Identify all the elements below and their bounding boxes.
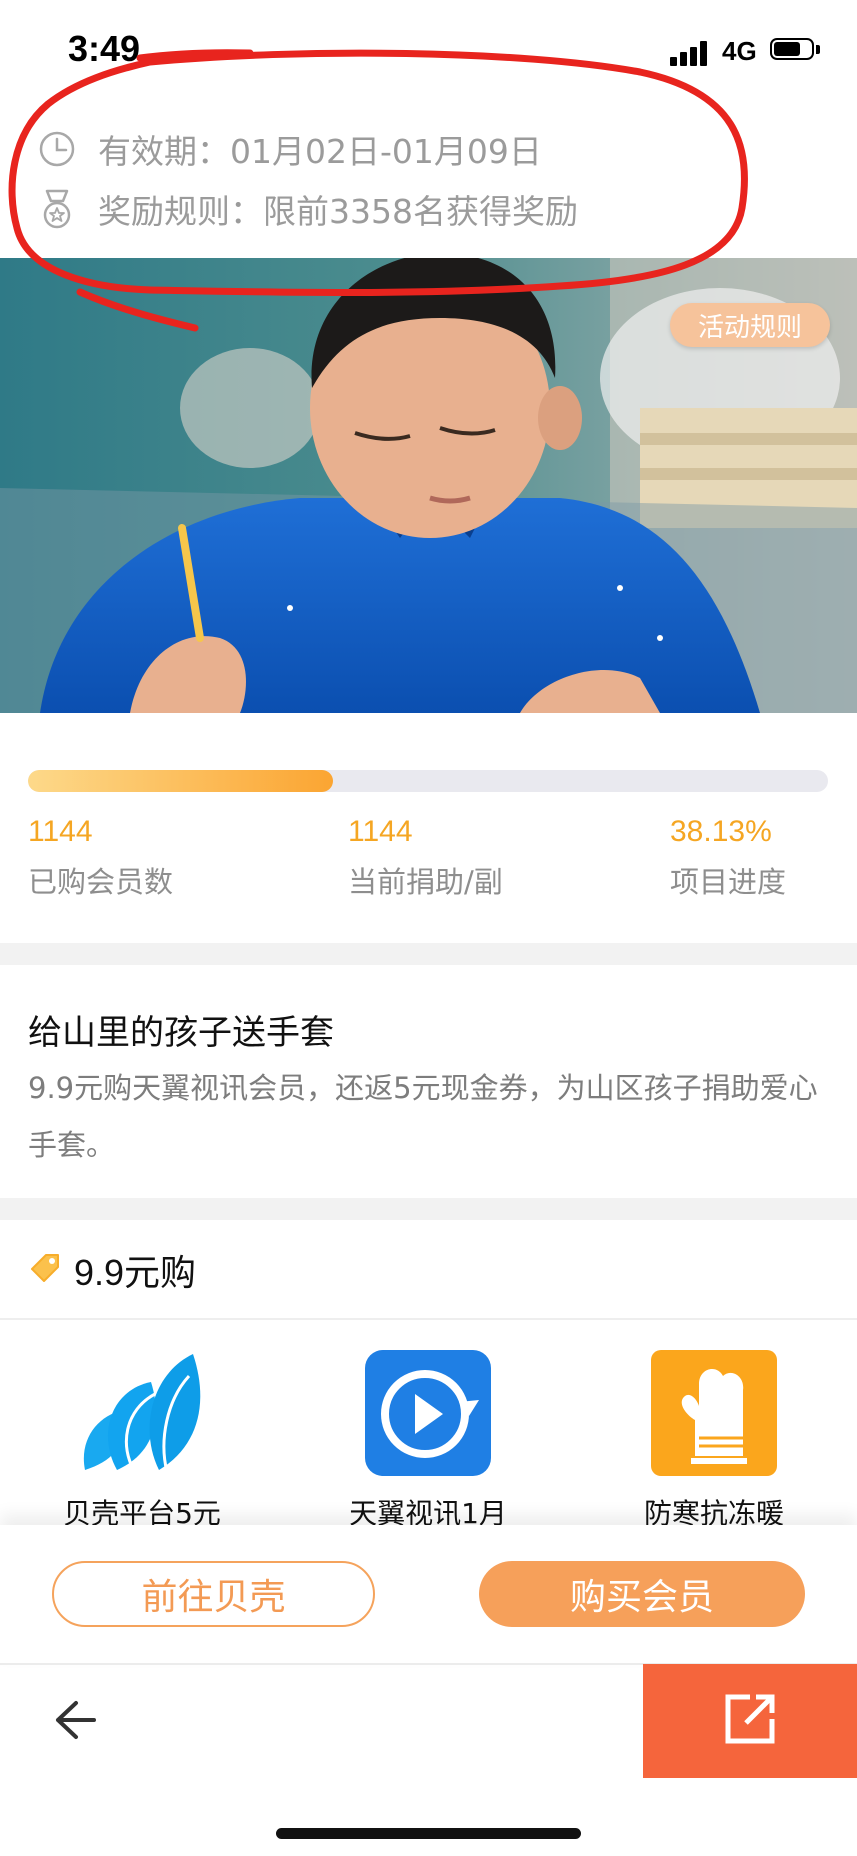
home-indicator[interactable] — [276, 1828, 581, 1839]
stat-label: 当前捐助/副 — [348, 865, 503, 899]
validity-row: 有效期：01月02日-01月09日 — [36, 124, 542, 174]
buy-member-button[interactable]: 购买会员 — [479, 1561, 805, 1627]
network-type: 4G — [722, 36, 757, 66]
goto-shell-button[interactable]: 前往贝壳 — [52, 1561, 375, 1627]
share-button[interactable] — [643, 1664, 857, 1778]
shell-logo-icon — [77, 1350, 207, 1480]
reward-rule-text: 奖励规则：限前3358名获得奖励 — [98, 192, 578, 231]
stat-value: 1144 — [28, 815, 93, 848]
stat-current-donation: 1144 当前捐助/副 — [348, 815, 503, 901]
stat-value: 1144 — [348, 815, 413, 848]
stat-value: 38.13% — [670, 815, 772, 848]
activity-rules-button[interactable]: 活动规则 — [670, 303, 830, 347]
reward-rule-row: 奖励规则：限前3358名获得奖励 — [36, 184, 578, 234]
status-bar: 3:49 4G — [0, 0, 857, 100]
back-arrow-icon[interactable] — [50, 1695, 100, 1745]
offer-label: 9.9元购 — [74, 1252, 197, 1293]
section-divider — [0, 943, 857, 965]
campaign-title: 给山里的孩子送手套 — [28, 1013, 334, 1053]
clock-icon — [36, 128, 78, 170]
progress-fill — [28, 770, 334, 792]
signal-icon — [670, 40, 714, 66]
tag-icon — [28, 1251, 62, 1289]
stat-project-progress: 38.13% 项目进度 — [670, 815, 786, 901]
play-logo-icon — [365, 1350, 491, 1476]
stat-label: 项目进度 — [670, 865, 787, 899]
stat-label: 已购会员数 — [28, 865, 174, 899]
section-divider — [0, 1198, 857, 1220]
status-time: 3:49 — [68, 28, 141, 69]
offer-header: 9.9元购 — [28, 1245, 196, 1295]
share-icon — [722, 1691, 778, 1751]
stat-purchased-members: 1144 已购会员数 — [28, 815, 173, 901]
section-rule — [0, 1318, 857, 1320]
medal-icon — [36, 188, 78, 230]
validity-text: 有效期：01月02日-01月09日 — [98, 132, 542, 171]
campaign-description: 9.9元购天翼视讯会员，还返5元现金券，为山区孩子捐助爱心手套。 — [28, 1071, 818, 1162]
battery-icon — [770, 38, 822, 64]
project-progress-bar — [28, 770, 828, 792]
glove-icon — [651, 1350, 777, 1476]
